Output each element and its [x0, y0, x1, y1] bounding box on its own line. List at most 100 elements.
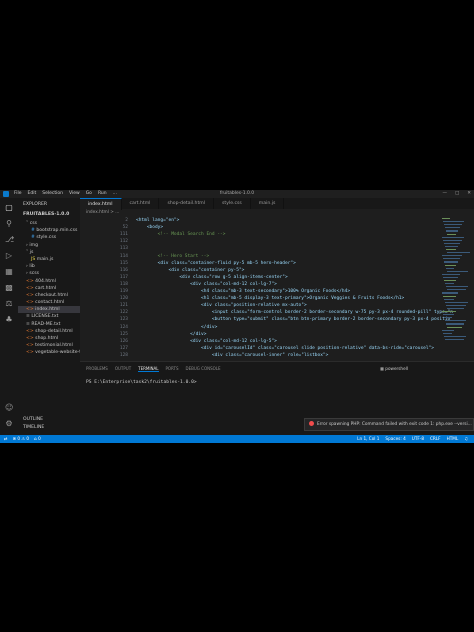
- tab-terminal[interactable]: TERMINAL: [138, 366, 159, 372]
- tree-item[interactable]: ≡ LICENSE.txt: [18, 313, 80, 320]
- ports-count[interactable]: ⌂ 0: [34, 435, 41, 443]
- bell-icon[interactable]: ♫: [464, 435, 468, 443]
- code-line[interactable]: <div class="container py-5">: [136, 268, 245, 273]
- minimap-line: [447, 233, 456, 235]
- tab-main-js[interactable]: main.js: [251, 198, 285, 209]
- tree-item-label: LICENSE.txt: [31, 314, 59, 320]
- minimap-line: [445, 227, 460, 229]
- code-line[interactable]: <div class="container-fluid py-5 mb-5 he…: [136, 261, 296, 266]
- problems-count[interactable]: ⊗ 0 ⚠ 0: [13, 435, 30, 443]
- line-number: 126: [119, 338, 128, 344]
- tab-output[interactable]: OUTPUT: [115, 366, 131, 372]
- tree-item[interactable]: # bootstrap.min.css: [18, 227, 80, 234]
- tree-item[interactable]: › lib: [18, 263, 80, 270]
- code-line[interactable]: <html lang="en">: [136, 218, 179, 223]
- gear-icon[interactable]: ⚙: [5, 420, 13, 428]
- code-line[interactable]: </div>: [136, 332, 206, 337]
- tree-item[interactable]: ˅ js: [18, 249, 80, 256]
- code-line[interactable]: <!-- Hero Start -->: [136, 254, 209, 259]
- tab-cart-html[interactable]: cart.html: [122, 198, 160, 209]
- line-number: 116: [119, 267, 128, 273]
- run-debug-icon[interactable]: ▷: [5, 252, 13, 260]
- tab-ports[interactable]: PORTS: [166, 366, 179, 372]
- maximize-icon[interactable]: □: [455, 190, 459, 198]
- tree-item[interactable]: <> cart.html: [18, 285, 80, 292]
- line-ending[interactable]: CRLF: [430, 435, 441, 443]
- project-folder[interactable]: FRUITABLES-1.0.0: [23, 212, 69, 217]
- minimize-icon[interactable]: —: [442, 190, 447, 198]
- cursor-position[interactable]: Ln 1, Col 1: [357, 435, 379, 443]
- minimap-line: [442, 311, 456, 313]
- html-file-icon: <>: [26, 285, 36, 291]
- tab-shop-detail-html[interactable]: shop-detail.html: [159, 198, 214, 209]
- minimap-line: [447, 326, 462, 328]
- close-icon[interactable]: ✕: [467, 190, 471, 198]
- explorer-icon[interactable]: ▢: [5, 204, 13, 212]
- tree-item[interactable]: ≡ READ-ME.txt: [18, 321, 80, 328]
- encoding[interactable]: UTF-8: [412, 435, 424, 443]
- html-file-icon: <>: [26, 300, 36, 306]
- terminal-prompt[interactable]: PS E:\Enterprise\task2\fruitables-1.0.0>: [86, 380, 197, 385]
- terminal-shell-selector[interactable]: ▦ powershell: [380, 366, 408, 371]
- language-mode[interactable]: HTML: [447, 435, 459, 443]
- tab-index-html[interactable]: index.html: [80, 198, 122, 210]
- code-line[interactable]: <div id="carouselId" class="carousel sli…: [136, 346, 434, 351]
- error-notification[interactable]: Error spawning PHP: Command failed with …: [304, 418, 474, 431]
- tree-item-label: shop-detail.html: [35, 328, 73, 334]
- remote-icon[interactable]: ⇄: [4, 435, 8, 443]
- code-line[interactable]: <div class="carousel-inner" role="listbo…: [136, 353, 329, 358]
- source-control-icon[interactable]: ⎇: [5, 236, 14, 244]
- account-icon[interactable]: ☺: [5, 404, 13, 412]
- remote-explorer-icon[interactable]: ▩: [5, 284, 13, 292]
- outline-section[interactable]: OUTLINE: [23, 417, 43, 422]
- minimap-line: [445, 245, 458, 248]
- tree-item[interactable]: <> vegetable-website-te...: [18, 349, 80, 356]
- minimap[interactable]: [442, 218, 470, 348]
- tree-item[interactable]: <> 404.html: [18, 278, 80, 285]
- tree-item[interactable]: # style.css: [18, 234, 80, 241]
- tree-item[interactable]: <> testimonial.html: [18, 342, 80, 349]
- code-line[interactable]: </div>: [136, 325, 217, 330]
- tree-item[interactable]: <> shop.html: [18, 335, 80, 342]
- code-line[interactable]: <input class="form-control border-2 bord…: [136, 310, 453, 315]
- minimap-line: [442, 329, 454, 331]
- code-editor[interactable]: 2 <html lang="en"> 52 <body> 111 <!-- Modal…: [80, 214, 460, 361]
- tree-item[interactable]: JS main.js: [18, 256, 80, 263]
- minimap-line: [442, 255, 462, 257]
- code-line[interactable]: <div class="col-md-12 col-lg-5">: [136, 339, 277, 344]
- code-line[interactable]: <h1 class="mb-5 display-3 text-primary">…: [136, 296, 404, 301]
- minimap-line: [445, 320, 466, 322]
- minimap-line: [447, 289, 466, 291]
- timeline-section[interactable]: TIMELINE: [23, 425, 44, 430]
- tree-item[interactable]: <> shop-detail.html: [18, 328, 80, 335]
- tree-item[interactable]: › img: [18, 242, 80, 249]
- tree-item[interactable]: ˅ css: [18, 220, 80, 227]
- code-line[interactable]: <button type="submit" class="btn btn-pri…: [136, 317, 450, 322]
- error-icon: [309, 421, 314, 426]
- code-line[interactable]: <!-- Modal Search End -->: [136, 232, 226, 237]
- minimap-line: [444, 224, 462, 226]
- search-icon[interactable]: ⚲: [5, 220, 13, 228]
- code-line[interactable]: <body>: [136, 225, 163, 230]
- tab-style-css[interactable]: style.css: [214, 198, 251, 209]
- minimap-line: [445, 264, 456, 266]
- code-line[interactable]: <div class="col-md-12 col-lg-7">: [136, 282, 277, 287]
- code-line[interactable]: <div class="row g-5 align-items-center">: [136, 275, 287, 280]
- tree-item[interactable]: <> index.html: [18, 306, 80, 314]
- tree-item-label: main.js: [36, 256, 54, 262]
- tree-item-label: img: [29, 242, 38, 248]
- puzzle-icon[interactable]: ♣: [5, 316, 13, 324]
- title-bar: File Edit Selection View Go Run ... frui…: [0, 190, 474, 198]
- indentation[interactable]: Spaces: 4: [385, 435, 405, 443]
- code-line[interactable]: <h4 class="mb-3 text-secondary">100% Org…: [136, 289, 350, 294]
- tree-item[interactable]: <> checkout.html: [18, 292, 80, 299]
- tree-item-label: index.html: [35, 307, 60, 313]
- tree-item[interactable]: › scss: [18, 270, 80, 277]
- tree-item[interactable]: <> contact.html: [18, 299, 80, 306]
- tab-problems[interactable]: PROBLEMS: [86, 366, 108, 372]
- code-line[interactable]: <div class="position-relative mx-auto">: [136, 303, 307, 308]
- extensions-icon[interactable]: ▦: [5, 268, 13, 276]
- tab-debug-console[interactable]: DEBUG CONSOLE: [186, 366, 221, 372]
- testing-icon[interactable]: ⚖: [5, 300, 13, 308]
- tree-item-label: READ-ME.txt: [31, 321, 61, 327]
